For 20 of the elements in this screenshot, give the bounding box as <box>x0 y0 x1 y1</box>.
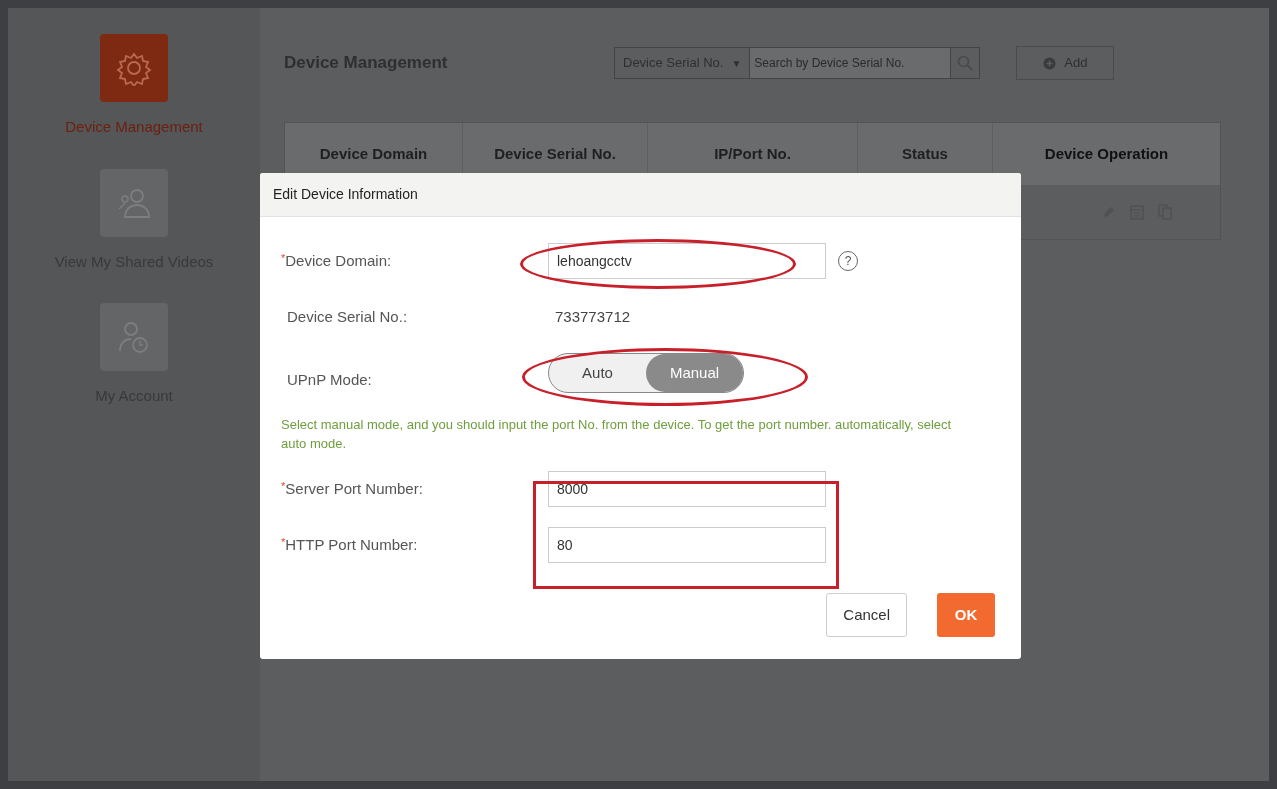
field-label: *Server Port Number: <box>280 478 424 499</box>
toggle-option[interactable]: Manual <box>646 354 743 392</box>
field-label: *HTTP Port Number: <box>280 534 419 555</box>
search-field[interactable]: Search by Device Serial No. <box>750 47 951 79</box>
hint-text: Select manual mode, and you should input the port No. from the device. To get the port number. automatically, select auto mode. <box>280 416 953 453</box>
cancel-button[interactable]: Cancel <box>826 593 907 637</box>
toggle-option[interactable]: Auto <box>549 354 646 392</box>
serial-number: 733773712 <box>554 306 631 327</box>
field-label: Device Serial No.: <box>286 306 409 327</box>
search-button[interactable] <box>950 47 981 79</box>
http-port-field[interactable]: 80 <box>548 527 826 563</box>
field-label: UPnP Mode: <box>286 369 373 390</box>
add-icon <box>1043 56 1057 70</box>
gear-icon <box>116 50 152 86</box>
dialog-title: Edit Device Information <box>273 185 418 204</box>
ok-button[interactable]: OK <box>937 593 995 637</box>
device-domain-field[interactable]: lehoangcctv <box>548 243 826 279</box>
server-port-field[interactable]: 8000 <box>548 471 826 507</box>
field-label: *Device Domain: <box>280 250 393 271</box>
column-header: Device Operation <box>1043 143 1170 164</box>
